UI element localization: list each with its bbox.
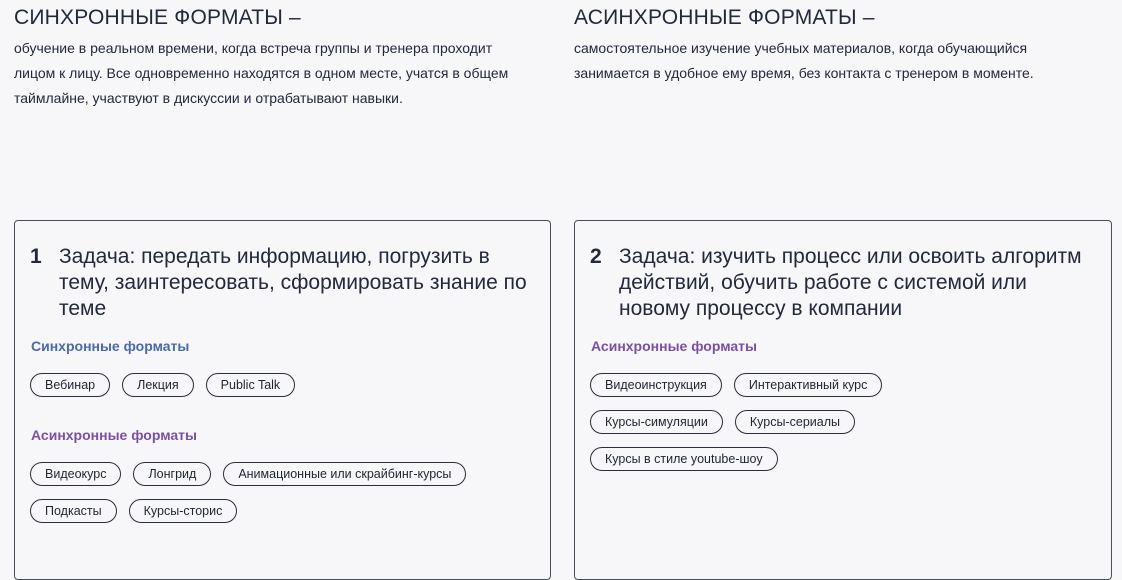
sync-intro-text: обучение в реальном времени, когда встре…	[14, 40, 509, 106]
chip-interactive-course[interactable]: Интерактивный курс	[733, 373, 883, 397]
card-1-sync-formats-title: Синхронные форматы	[31, 338, 190, 354]
chip-longread[interactable]: Лонгрид	[133, 462, 212, 486]
card-2-async-chips: Видеоинструкция Интерактивный курс Курсы…	[590, 373, 950, 471]
chip-simulation-courses[interactable]: Курсы-симуляции	[590, 410, 723, 434]
chip-videocourse[interactable]: Видеокурс	[30, 462, 122, 486]
async-intro-title: АСИНХРОННЫЕ ФОРМАТЫ –	[574, 6, 875, 29]
chip-youtube-show-courses[interactable]: Курсы в стиле youtube-шоу	[590, 447, 778, 471]
card-1-async-chips: Видеокурс Лонгрид Анимационные или скрай…	[30, 462, 540, 523]
chip-lecture[interactable]: Лекция	[122, 373, 194, 397]
sync-intro-title: СИНХРОННЫЕ ФОРМАТЫ –	[14, 6, 301, 29]
chip-series-courses[interactable]: Курсы-сериалы	[734, 410, 855, 434]
chip-podcasts[interactable]: Подкасты	[30, 499, 117, 523]
chip-video-instruction[interactable]: Видеоинструкция	[590, 373, 722, 397]
card-1-sync-chips: Вебинар Лекция Public Talk	[30, 373, 540, 397]
task-2-number: 2	[590, 245, 602, 268]
chip-animation-courses[interactable]: Анимационные или скрайбинг-курсы	[223, 462, 467, 486]
async-intro-text: самостоятельное изучение учебных материа…	[574, 40, 1034, 81]
sync-intro: СИНХРОННЫЕ ФОРМАТЫ – обучение в реальном…	[14, 6, 534, 111]
task-1-heading: 1 Задача: передать информацию, погрузить…	[30, 243, 540, 322]
chip-stories-courses[interactable]: Курсы-сторис	[128, 499, 238, 523]
card-1-async-formats-title: Асинхронные форматы	[31, 427, 197, 443]
task-card-1: 1 Задача: передать информацию, погрузить…	[14, 220, 551, 580]
async-intro: АСИНХРОННЫЕ ФОРМАТЫ – самостоятельное из…	[574, 6, 1104, 86]
task-card-2: 2 Задача: изучить процесс или освоить ал…	[574, 220, 1112, 580]
task-1-number: 1	[30, 245, 42, 268]
chip-webinar[interactable]: Вебинар	[30, 373, 111, 397]
task-2-heading: 2 Задача: изучить процесс или освоить ал…	[590, 243, 1101, 322]
task-2-text: Задача: изучить процесс или освоить алго…	[619, 245, 1082, 320]
chip-public-talk[interactable]: Public Talk	[205, 373, 296, 397]
task-1-text: Задача: передать информацию, погрузить в…	[59, 245, 527, 320]
card-2-async-formats-title: Асинхронные форматы	[591, 338, 757, 354]
